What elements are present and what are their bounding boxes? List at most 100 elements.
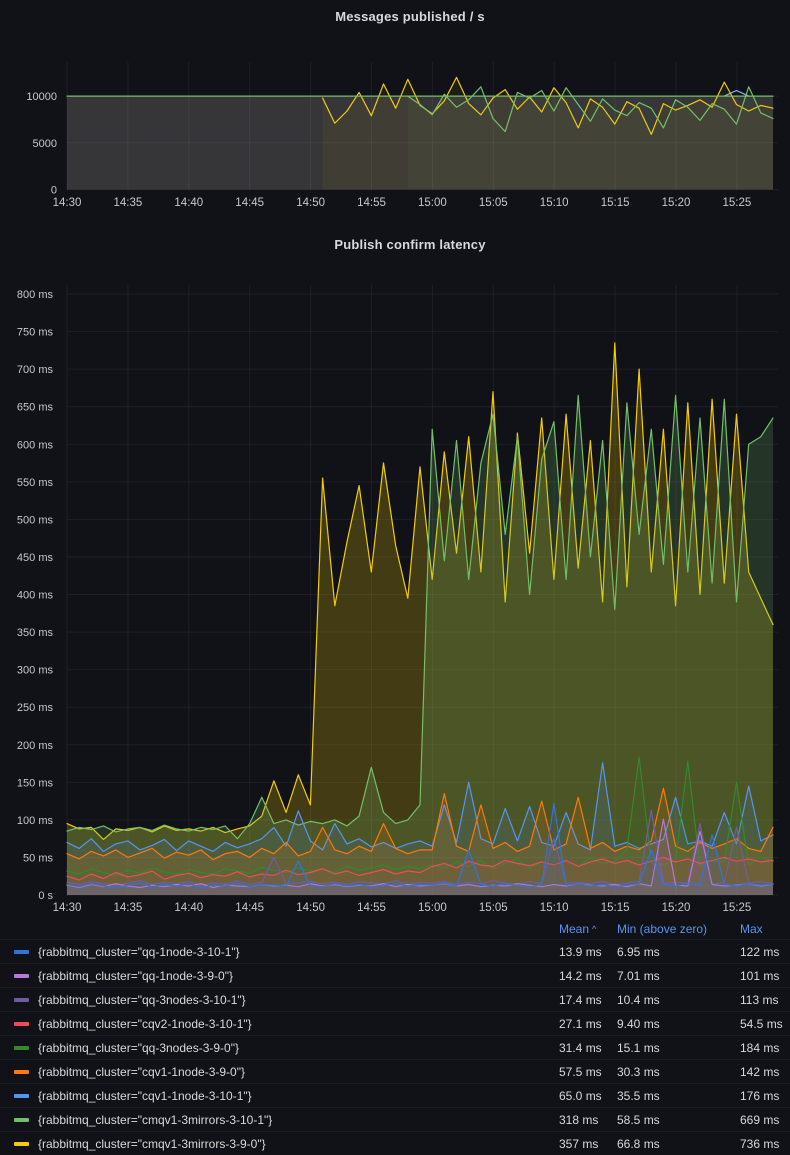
legend-row: {rabbitmq_cluster="cmqv1-3mirrors-3-9-0"… [0, 1131, 790, 1155]
legend-series-label[interactable]: {rabbitmq_cluster="cqv2-1node-3-10-1"} [38, 1017, 559, 1031]
messages-published-chart[interactable]: 050001000014:3014:3514:4014:4514:5014:55… [26, 62, 778, 209]
svg-text:0: 0 [51, 185, 57, 197]
svg-text:10000: 10000 [26, 91, 57, 103]
svg-text:700 ms: 700 ms [17, 364, 54, 376]
svg-text:100 ms: 100 ms [17, 815, 54, 827]
legend-header-row: Mean^ Min (above zero) Max [0, 918, 790, 939]
svg-text:15:05: 15:05 [479, 197, 508, 209]
legend-sort-max[interactable]: Max [740, 922, 785, 936]
series-color-swatch[interactable] [14, 1070, 29, 1074]
legend-series-label[interactable]: {rabbitmq_cluster="qq-3nodes-3-9-0"} [38, 1041, 559, 1055]
svg-text:600 ms: 600 ms [17, 439, 54, 451]
svg-text:150 ms: 150 ms [17, 777, 54, 789]
svg-text:14:30: 14:30 [53, 902, 82, 914]
svg-text:300 ms: 300 ms [17, 665, 54, 677]
svg-text:200 ms: 200 ms [17, 740, 54, 752]
svg-text:14:50: 14:50 [296, 902, 325, 914]
legend-mean-value: 65.0 ms [559, 1089, 617, 1103]
svg-text:400 ms: 400 ms [17, 590, 54, 602]
svg-text:14:40: 14:40 [174, 902, 203, 914]
legend-row: {rabbitmq_cluster="cmqv1-3mirrors-3-10-1… [0, 1107, 790, 1131]
series-color-swatch[interactable] [14, 1022, 29, 1026]
legend-row: {rabbitmq_cluster="cqv1-1node-3-9-0"}57.… [0, 1059, 790, 1083]
svg-text:0 s: 0 s [38, 890, 53, 902]
legend-min-value: 6.95 ms [617, 945, 740, 959]
legend-min-value: 15.1 ms [617, 1041, 740, 1055]
legend-series-label[interactable]: {rabbitmq_cluster="qq-3nodes-3-10-1"} [38, 993, 559, 1007]
legend-max-value: 122 ms [740, 945, 785, 959]
svg-text:550 ms: 550 ms [17, 477, 54, 489]
legend-max-value: 669 ms [740, 1113, 785, 1127]
series-color-swatch[interactable] [14, 1118, 29, 1122]
legend-sort-mean[interactable]: Mean^ [559, 922, 617, 936]
svg-text:14:55: 14:55 [357, 902, 386, 914]
svg-text:750 ms: 750 ms [17, 327, 54, 339]
svg-text:14:30: 14:30 [53, 197, 82, 209]
series-color-swatch[interactable] [14, 950, 29, 954]
legend-row: {rabbitmq_cluster="cqv2-1node-3-10-1"}27… [0, 1011, 790, 1035]
svg-text:15:00: 15:00 [418, 902, 447, 914]
legend-min-value: 58.5 ms [617, 1113, 740, 1127]
legend-mean-value: 318 ms [559, 1113, 617, 1127]
svg-text:50 ms: 50 ms [23, 852, 53, 864]
legend-max-value: 113 ms [740, 993, 785, 1007]
latency-legend-table: Mean^ Min (above zero) Max {rabbitmq_clu… [0, 918, 790, 1144]
charts-canvas[interactable]: 0 5000 10000 14:30 14:35 14:40 14:45 14:50 14:55… [0, 0, 790, 918]
legend-series-label[interactable]: {rabbitmq_cluster="cqv1-1node-3-9-0"} [38, 1065, 559, 1079]
svg-text:15:25: 15:25 [723, 902, 752, 914]
svg-text:15:20: 15:20 [662, 902, 691, 914]
legend-mean-value: 57.5 ms [559, 1065, 617, 1079]
legend-max-value: 101 ms [740, 969, 785, 983]
svg-text:14:45: 14:45 [235, 902, 264, 914]
legend-max-value: 176 ms [740, 1089, 785, 1103]
legend-mean-value: 14.2 ms [559, 969, 617, 983]
legend-series-label[interactable]: {rabbitmq_cluster="qq-1node-3-9-0"} [38, 969, 559, 983]
legend-series-label[interactable]: {rabbitmq_cluster="cqv1-1node-3-10-1"} [38, 1089, 559, 1103]
legend-max-value: 54.5 ms [740, 1017, 785, 1031]
legend-row: {rabbitmq_cluster="cqv1-1node-3-10-1"}65… [0, 1083, 790, 1107]
svg-text:350 ms: 350 ms [17, 627, 54, 639]
svg-text:14:35: 14:35 [114, 197, 143, 209]
svg-text:450 ms: 450 ms [17, 552, 54, 564]
legend-series-label[interactable]: {rabbitmq_cluster="qq-1node-3-10-1"} [38, 945, 559, 959]
y-axis-labels: 0 5000 10000 [26, 91, 57, 196]
svg-text:800 ms: 800 ms [17, 289, 54, 301]
legend-header-spacer [14, 927, 29, 931]
legend-min-value: 10.4 ms [617, 993, 740, 1007]
legend-mean-value: 17.4 ms [559, 993, 617, 1007]
x-axis-labels: 14:3014:3514:4014:4514:5014:5515:0015:05… [53, 197, 752, 209]
svg-text:14:35: 14:35 [114, 902, 143, 914]
legend-max-value: 184 ms [740, 1041, 785, 1055]
series-color-swatch[interactable] [14, 998, 29, 1002]
svg-text:15:05: 15:05 [479, 902, 508, 914]
svg-text:5000: 5000 [33, 138, 57, 150]
legend-mean-value: 31.4 ms [559, 1041, 617, 1055]
series-color-swatch[interactable] [14, 974, 29, 978]
legend-sort-min[interactable]: Min (above zero) [617, 922, 740, 936]
series-color-swatch[interactable] [14, 1094, 29, 1098]
svg-text:15:15: 15:15 [601, 197, 630, 209]
svg-text:15:00: 15:00 [418, 197, 447, 209]
legend-row: {rabbitmq_cluster="qq-1node-3-10-1"}13.9… [0, 939, 790, 963]
legend-min-value: 7.01 ms [617, 969, 740, 983]
legend-row: {rabbitmq_cluster="qq-1node-3-9-0"}14.2 … [0, 963, 790, 987]
y-axis-labels: 0 s 50 ms 100 ms 150 ms 200 ms 250 ms 300 ms 35… [17, 289, 54, 902]
legend-series-label[interactable]: {rabbitmq_cluster="cmqv1-3mirrors-3-10-1… [38, 1113, 559, 1127]
svg-text:250 ms: 250 ms [17, 702, 54, 714]
legend-max-value: 142 ms [740, 1065, 785, 1079]
svg-text:500 ms: 500 ms [17, 514, 54, 526]
legend-row: {rabbitmq_cluster="qq-3nodes-3-9-0"}31.4… [0, 1035, 790, 1059]
svg-text:14:50: 14:50 [296, 197, 325, 209]
x-axis-labels: 14:30 14:35 14:40 14:45 14:50 14:55 15:00 15:05… [53, 902, 752, 914]
legend-min-value: 35.5 ms [617, 1089, 740, 1103]
svg-text:15:10: 15:10 [540, 197, 569, 209]
sort-ascending-caret-icon: ^ [592, 924, 596, 934]
svg-text:14:55: 14:55 [357, 197, 386, 209]
publish-confirm-latency-chart[interactable]: 0 s 50 ms 100 ms 150 ms 200 ms 250 ms 300 ms 35… [17, 285, 778, 914]
svg-text:15:25: 15:25 [723, 197, 752, 209]
legend-mean-value: 13.9 ms [559, 945, 617, 959]
svg-text:650 ms: 650 ms [17, 402, 54, 414]
series-color-swatch[interactable] [14, 1046, 29, 1050]
legend-min-value: 30.3 ms [617, 1065, 740, 1079]
svg-text:15:15: 15:15 [601, 902, 630, 914]
